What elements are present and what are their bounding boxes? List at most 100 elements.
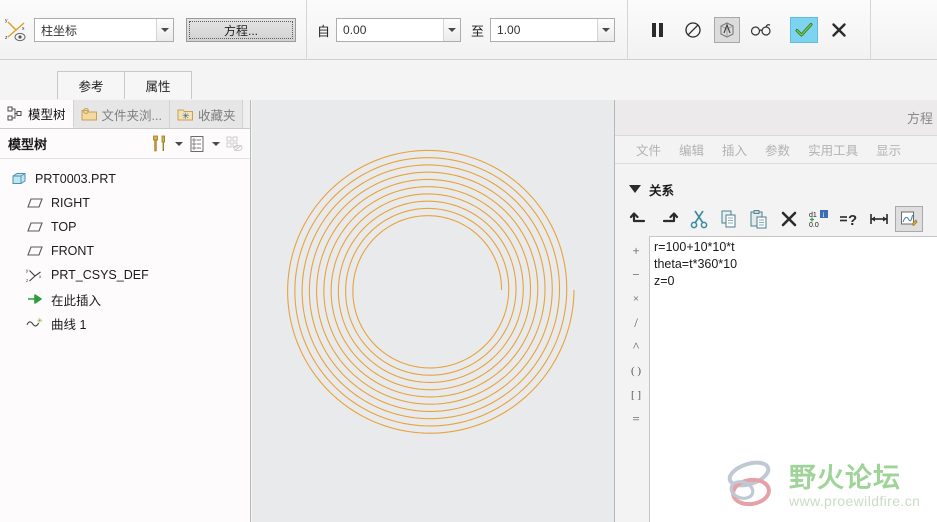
- operator-equals-button[interactable]: =: [624, 407, 648, 431]
- tree-item-insert-here[interactable]: 在此插入: [0, 287, 250, 311]
- tab-reference-label: 参考: [78, 80, 104, 94]
- display-dropdown-arrow[interactable]: [209, 133, 222, 155]
- tools-settings-icon[interactable]: [148, 133, 172, 155]
- dimension-measure-icon[interactable]: [865, 206, 893, 232]
- redo-icon[interactable]: [655, 206, 683, 232]
- svg-text:✳: ✳: [37, 316, 43, 325]
- tree-item-label: RIGHT: [51, 196, 90, 210]
- tree-item-csys[interactable]: y z x PRT_CSYS_DEF: [0, 263, 250, 287]
- creo-curve-from-equation-window: y z x 柱坐标 方程... 自 0.00 至 1.00 参考 属性 模型树 …: [0, 0, 937, 522]
- copy-icon[interactable]: [715, 206, 743, 232]
- coordinate-type-select[interactable]: 柱坐标: [34, 18, 174, 42]
- dashboard-subtabs: 参考 属性: [57, 71, 192, 99]
- tab-properties[interactable]: 属性: [124, 71, 192, 99]
- svg-text:x: x: [39, 274, 42, 279]
- equation-button[interactable]: 方程...: [186, 18, 296, 42]
- tree-item-right[interactable]: RIGHT: [0, 191, 250, 215]
- from-value: 0.00: [343, 23, 367, 37]
- tree-item-curve[interactable]: ✳ 曲线 1: [0, 311, 250, 335]
- coordinate-system-icon: y z x: [4, 17, 28, 43]
- tree-item-top[interactable]: TOP: [0, 215, 250, 239]
- operator-power-button[interactable]: ^: [624, 335, 648, 359]
- operator-bracket-button[interactable]: [ ]: [624, 383, 648, 407]
- datum-plane-icon: [26, 195, 44, 211]
- dashboard-toolbar: y z x 柱坐标 方程... 自 0.00 至 1.00: [0, 0, 937, 60]
- operator-parenthesis-button[interactable]: ( ): [624, 359, 648, 383]
- operator-minus-button[interactable]: −: [624, 263, 648, 287]
- navigator-tabs: 模型树 文件夹浏... ✳ 收藏夹: [0, 100, 250, 129]
- menu-insert[interactable]: 插入: [713, 140, 756, 159]
- nav-tab-model-tree[interactable]: 模型树: [0, 100, 74, 128]
- tools-dropdown-arrow[interactable]: [172, 133, 185, 155]
- to-label: 至: [471, 23, 485, 39]
- paste-icon[interactable]: [745, 206, 773, 232]
- menu-utilities[interactable]: 实用工具: [799, 140, 867, 159]
- add-dimension-info-icon[interactable]: d1 0.0 i: [805, 206, 833, 232]
- to-value-field[interactable]: 1.00: [490, 18, 616, 42]
- svg-text:z: z: [26, 278, 29, 283]
- undo-icon[interactable]: [625, 206, 653, 232]
- chevron-down-icon[interactable]: [156, 19, 173, 41]
- spiral-curve-drawing: [287, 149, 575, 434]
- accept-check-icon[interactable]: [790, 17, 819, 43]
- equation-line: z=0: [654, 274, 675, 288]
- svg-text:y: y: [26, 268, 29, 273]
- tree-item-label: TOP: [51, 220, 77, 234]
- from-value-field[interactable]: 0.00: [336, 18, 462, 42]
- equation-button-label: 方程...: [223, 23, 258, 38]
- tree-item-label: 曲线 1: [51, 317, 87, 332]
- delete-x-icon[interactable]: [775, 206, 803, 232]
- relations-section-header[interactable]: 关系: [615, 174, 937, 204]
- equation-line: theta=t*360*10: [654, 257, 738, 271]
- svg-text:i: i: [823, 211, 825, 219]
- nav-tab-model-tree-label: 模型树: [28, 108, 66, 122]
- relations-section-label: 关系: [649, 183, 675, 198]
- equation-toolbar: d1 0.0 i ?: [615, 204, 937, 234]
- cancel-x-icon[interactable]: [826, 17, 852, 43]
- verify-relations-icon[interactable]: ?: [835, 206, 863, 232]
- menu-parameters[interactable]: 参数: [756, 140, 799, 159]
- sketch-relations-icon[interactable]: [895, 206, 923, 232]
- operator-divide-button[interactable]: /: [624, 311, 648, 335]
- operator-plus-button[interactable]: +: [624, 239, 648, 263]
- tree-item-front[interactable]: FRONT: [0, 239, 250, 263]
- preview-geometry-icon[interactable]: [714, 17, 741, 43]
- nav-tab-folder-browser-label: 文件夹浏...: [101, 108, 162, 123]
- cut-icon[interactable]: [685, 206, 713, 232]
- chevron-down-icon[interactable]: [443, 19, 461, 41]
- display-settings-icon[interactable]: [185, 133, 209, 155]
- menu-file[interactable]: 文件: [627, 140, 670, 159]
- tab-properties-label: 属性: [145, 80, 171, 94]
- tree-item-label: PRT0003.PRT: [35, 172, 116, 186]
- insert-here-arrow-icon: [26, 291, 44, 307]
- menu-edit[interactable]: 编辑: [670, 140, 713, 159]
- nav-tab-favorites[interactable]: ✳ 收藏夹: [169, 100, 244, 128]
- svg-text:x: x: [22, 26, 25, 32]
- svg-text:z: z: [5, 35, 8, 41]
- no-entry-icon[interactable]: [680, 17, 706, 43]
- operator-multiply-button[interactable]: ×: [624, 287, 648, 311]
- filter-hidden-icon[interactable]: [222, 133, 246, 155]
- pause-icon[interactable]: [644, 17, 670, 43]
- menu-display[interactable]: 显示: [867, 140, 910, 159]
- model-tree-icon: [7, 106, 24, 121]
- tab-reference[interactable]: 参考: [57, 71, 125, 99]
- datum-plane-icon: [26, 219, 44, 235]
- equation-text-editor[interactable]: r=100+10*10*t theta=t*360*10 z=0: [649, 236, 937, 522]
- svg-text:0.0: 0.0: [809, 222, 819, 229]
- toolbar-divider-3: [870, 0, 872, 60]
- glasses-icon[interactable]: [748, 17, 774, 43]
- chevron-down-icon[interactable]: [597, 19, 615, 41]
- graphics-viewport[interactable]: [252, 100, 614, 522]
- equation-window-titlebar: 方程: [615, 100, 937, 136]
- datum-plane-icon: [26, 243, 44, 259]
- model-tree-list: PRT0003.PRT RIGHT TOP FRONT y z x PRT_CS…: [0, 159, 250, 335]
- tree-item-part[interactable]: PRT0003.PRT: [0, 167, 250, 191]
- tree-item-label: FRONT: [51, 244, 95, 258]
- svg-text:d1: d1: [809, 212, 817, 219]
- navigator-panel: 模型树 文件夹浏... ✳ 收藏夹 模型树 PRT0003.PRT RIGHT …: [0, 100, 251, 522]
- model-tree-header: 模型树: [0, 129, 250, 159]
- nav-tab-folder-browser[interactable]: 文件夹浏...: [73, 100, 170, 128]
- to-value: 1.00: [497, 23, 521, 37]
- equation-edit-area: + − × / ^ ( ) [ ] = r=100+10*10*t theta=…: [615, 236, 937, 522]
